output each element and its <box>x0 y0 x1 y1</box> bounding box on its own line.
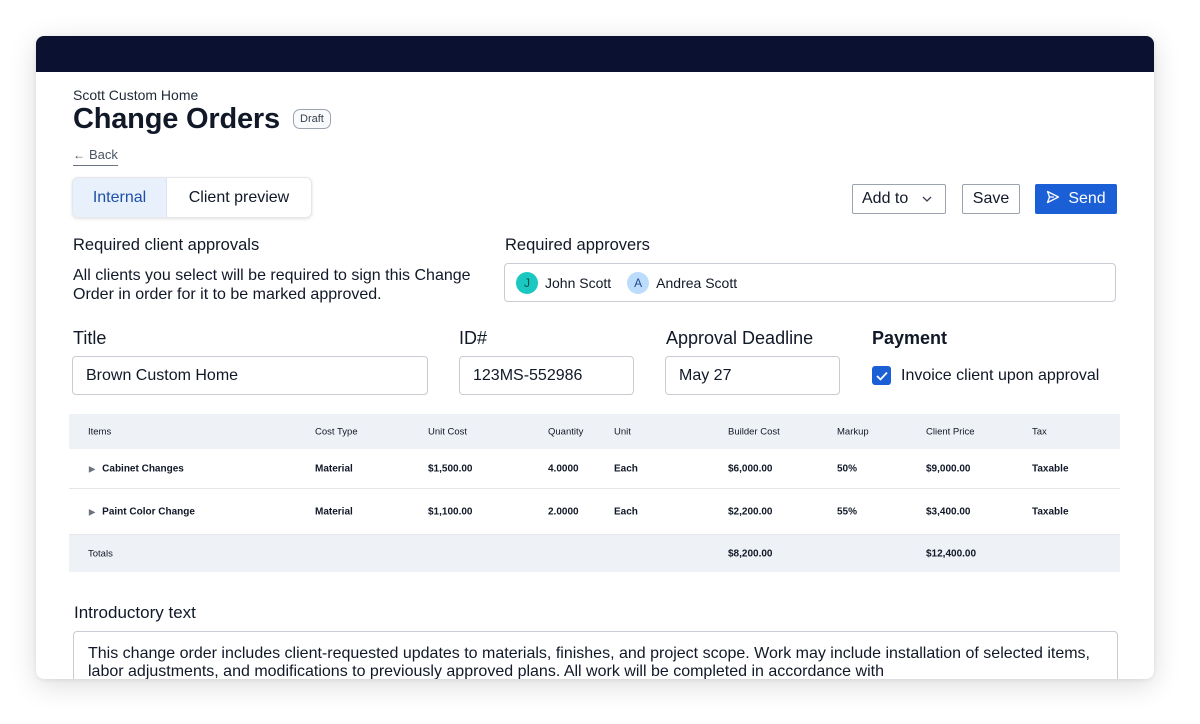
table-cell: Each <box>614 506 638 517</box>
send-icon <box>1046 190 1060 209</box>
id-input[interactable]: 123MS-552986 <box>459 356 634 395</box>
back-label: Back <box>89 147 118 162</box>
top-nav-bar <box>36 36 1154 72</box>
column-header: Unit Cost <box>428 426 468 437</box>
approver-name: John Scott <box>545 274 612 291</box>
table-cell: $2,200.00 <box>728 506 773 517</box>
chevron-down-icon <box>922 194 932 205</box>
table-row[interactable]: ▶ Cabinet Changes Material $1,500.00 4.00… <box>69 449 1120 489</box>
page-title: Change Orders <box>73 103 280 135</box>
approver-chip[interactable]: J John Scott <box>516 271 612 294</box>
item-name: Paint Color Change <box>102 506 195 517</box>
table-cell: $1,500.00 <box>428 463 473 474</box>
items-table: Items Cost Type Unit Cost Quantity Unit … <box>69 414 1120 572</box>
client-approvals-description: All clients you select will be required … <box>73 267 471 303</box>
client-approvals-heading: Required client approvals <box>73 236 260 254</box>
back-link[interactable]: ← Back <box>73 147 118 166</box>
arrow-left-icon: ← <box>73 147 85 162</box>
table-cell: $6,000.00 <box>728 463 773 474</box>
column-header: Quantity <box>548 426 584 437</box>
table-cell: $1,100.00 <box>428 506 473 517</box>
status-badge: Draft <box>293 109 331 129</box>
totals-client-price: $12,400.00 <box>926 548 977 559</box>
column-header: Client Price <box>926 426 975 437</box>
send-button[interactable]: Send <box>1035 184 1117 214</box>
company-name: Scott Custom Home <box>73 87 199 103</box>
deadline-label: Approval Deadline <box>666 328 814 348</box>
item-cell: ▶ Paint Color Change <box>89 506 195 517</box>
approvers-heading: Required approvers <box>505 236 650 254</box>
table-header-row: Items Cost Type Unit Cost Quantity Unit … <box>69 414 1120 449</box>
expand-caret-icon[interactable]: ▶ <box>89 464 95 473</box>
avatar: A <box>627 271 650 294</box>
column-header: Builder Cost <box>728 426 780 437</box>
invoice-option: Invoice client upon approval <box>872 366 1099 385</box>
add-to-label: Add to <box>862 190 909 207</box>
approver-chip[interactable]: A Andrea Scott <box>627 271 738 294</box>
tab-client-preview[interactable]: Client preview <box>167 178 311 217</box>
tab-internal[interactable]: Internal <box>73 178 167 217</box>
table-cell: Each <box>614 463 638 474</box>
intro-heading: Introductory text <box>74 603 196 622</box>
table-cell: 4.0000 <box>548 463 579 474</box>
column-header: Markup <box>837 426 869 437</box>
add-to-dropdown[interactable]: Add to <box>852 184 946 214</box>
save-button[interactable]: Save <box>962 184 1020 214</box>
approvers-field[interactable]: J John Scott A Andrea Scott <box>504 263 1116 302</box>
intro-textarea[interactable]: This change order includes client-reques… <box>73 631 1118 679</box>
app-window: Scott Custom Home Change Orders Draft ← … <box>36 36 1154 679</box>
item-cell: ▶ Cabinet Changes <box>89 463 184 474</box>
deadline-input[interactable]: May 27 <box>665 356 840 395</box>
column-header: Items <box>88 426 112 437</box>
table-cell: 2.0000 <box>548 506 579 517</box>
column-header: Tax <box>1032 426 1047 437</box>
column-header: Unit <box>614 426 631 437</box>
table-cell: Material <box>315 506 353 517</box>
avatar: J <box>516 271 538 294</box>
totals-label: Totals <box>88 548 113 559</box>
id-label: ID# <box>459 328 488 348</box>
table-cell: 55% <box>837 506 858 517</box>
invoice-label: Invoice client upon approval <box>901 366 1100 384</box>
table-cell: 50% <box>837 463 858 474</box>
view-toggle: Internal Client preview <box>72 177 312 218</box>
column-header: Cost Type <box>315 426 358 437</box>
title-input[interactable]: Brown Custom Home <box>72 356 428 395</box>
table-totals-row: Totals $8,200.00 $12,400.00 <box>69 535 1120 572</box>
approver-name: Andrea Scott <box>656 274 738 291</box>
invoice-checkbox[interactable] <box>872 366 891 385</box>
title-label: Title <box>73 328 107 348</box>
table-cell: $3,400.00 <box>926 506 971 517</box>
totals-builder-cost: $8,200.00 <box>728 548 773 559</box>
item-name: Cabinet Changes <box>102 463 184 474</box>
checkmark-icon <box>875 371 888 381</box>
send-label: Send <box>1068 190 1106 207</box>
table-row[interactable]: ▶ Paint Color Change Material $1,100.00 2… <box>69 489 1120 535</box>
table-cell: Taxable <box>1032 463 1069 474</box>
table-cell: $9,000.00 <box>926 463 971 474</box>
payment-label: Payment <box>872 328 948 348</box>
table-cell: Taxable <box>1032 506 1069 517</box>
table-cell: Material <box>315 463 353 474</box>
expand-caret-icon[interactable]: ▶ <box>89 507 95 516</box>
